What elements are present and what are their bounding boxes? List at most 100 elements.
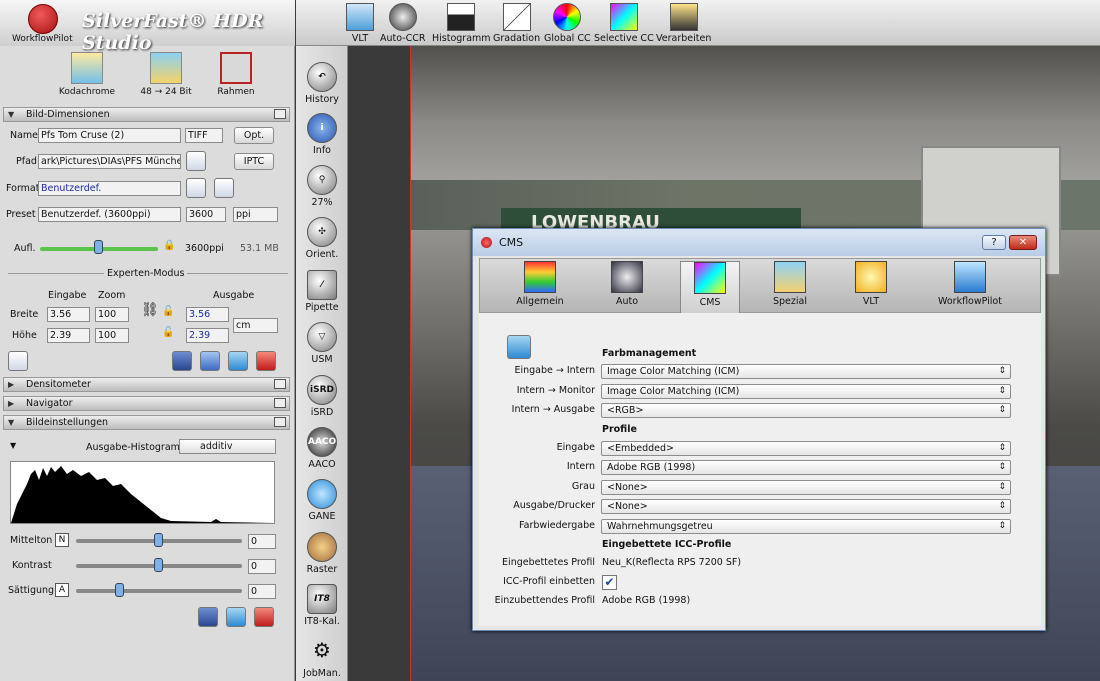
collapse-triangle-icon[interactable]: ▼ xyxy=(10,441,16,450)
midtone-slider-knob[interactable] xyxy=(154,533,163,547)
expand-triangle-icon: ▶ xyxy=(8,399,15,408)
format-label: Format xyxy=(6,183,40,194)
tool-pipette[interactable]: ⁄ Pipette xyxy=(296,270,348,313)
tool-history[interactable]: ↶ History xyxy=(296,62,348,105)
top-tool-global-cc[interactable]: Global CC xyxy=(544,3,591,44)
quicktime-help-icon[interactable] xyxy=(507,335,531,359)
width-output-field[interactable]: 3.56 xyxy=(186,307,229,322)
folder-icon[interactable] xyxy=(186,151,206,171)
tool-jobman[interactable]: ⚙ JobMan. xyxy=(296,636,348,679)
reset-icon[interactable] xyxy=(254,607,274,627)
dialog-help-button[interactable]: ? xyxy=(982,235,1006,250)
section-popout-icon[interactable] xyxy=(274,417,286,427)
saturation-slider[interactable] xyxy=(76,589,242,593)
padlock-icon[interactable]: 🔓 xyxy=(162,306,174,317)
midtone-key[interactable]: N xyxy=(55,533,69,547)
gane-icon xyxy=(307,479,337,509)
reset-icon[interactable] xyxy=(256,351,276,371)
tool-orient[interactable]: ✣ Orient. xyxy=(296,217,348,260)
portrait-orientation-icon[interactable] xyxy=(186,178,206,198)
section-densitometer[interactable]: ▶ Densitometer xyxy=(3,377,290,392)
lock-icon[interactable]: 🔒 xyxy=(163,240,175,251)
tool-isrd[interactable]: iSRD iSRD xyxy=(296,375,348,418)
quick-tool-rahmen[interactable]: Rahmen xyxy=(206,52,266,97)
eingabe-intern-select[interactable]: Image Color Matching (ICM) xyxy=(601,364,1011,379)
profile-to-embed-value: Adobe RGB (1998) xyxy=(602,595,691,606)
section-popout-icon[interactable] xyxy=(274,398,286,408)
contrast-slider-knob[interactable] xyxy=(154,558,163,572)
embed-icc-checkbox[interactable]: ✔ xyxy=(602,575,617,590)
file-format-select[interactable]: TIFF xyxy=(185,128,223,143)
ppi-unit-select[interactable]: ppi xyxy=(233,207,278,222)
format-select[interactable]: Benutzerdef. xyxy=(38,181,181,196)
top-tool-gradation[interactable]: Gradation xyxy=(493,3,540,44)
top-tool-histogramm[interactable]: Histogramm xyxy=(432,3,491,44)
eingabe-profile-select[interactable]: <Embedded> xyxy=(601,441,1011,456)
preset-select[interactable]: Benutzerdef. (3600ppi) xyxy=(38,207,181,222)
intern-monitor-select[interactable]: Image Color Matching (ICM) xyxy=(601,384,1011,399)
resolution-slider-knob[interactable] xyxy=(94,240,103,254)
histogram-mode-select[interactable]: additiv xyxy=(179,439,276,454)
top-tool-selective-cc[interactable]: Selective CC xyxy=(594,3,654,44)
contrast-value[interactable]: 0 xyxy=(248,559,276,574)
top-tool-auto-ccr[interactable]: Auto-CCR xyxy=(380,3,426,44)
height-input-field[interactable]: 2.39 xyxy=(47,328,90,343)
section-navigator[interactable]: ▶ Navigator xyxy=(3,396,290,411)
help-icon[interactable] xyxy=(198,607,218,627)
top-tool-vlt[interactable]: VLT xyxy=(346,3,374,44)
tool-raster[interactable]: Raster xyxy=(296,532,348,575)
section-popout-icon[interactable] xyxy=(274,379,286,389)
help-icon[interactable] xyxy=(172,351,192,371)
tab-cms[interactable]: CMS xyxy=(680,261,740,313)
farbwiedergabe-select[interactable]: Wahrnehmungsgetreu xyxy=(601,519,1011,534)
section-bild-dimensionen[interactable]: ▼ Bild-Dimensionen xyxy=(3,107,290,122)
tab-workflowpilot[interactable]: WorkflowPilot xyxy=(930,261,1010,307)
tab-spezial[interactable]: Spezial xyxy=(760,261,820,307)
unit-select[interactable]: cm xyxy=(233,318,278,333)
tool-it8[interactable]: IT8 IT8-Kal. xyxy=(296,584,348,627)
height-zoom-field[interactable]: 100 xyxy=(95,328,129,343)
tool-usm[interactable]: ▽ USM xyxy=(296,322,348,365)
tab-auto[interactable]: Auto xyxy=(597,261,657,307)
height-output-field[interactable]: 2.39 xyxy=(186,328,229,343)
grau-profile-select[interactable]: <None> xyxy=(601,480,1011,495)
padlock-icon[interactable]: 🔓 xyxy=(162,327,174,338)
landscape-orientation-icon[interactable] xyxy=(214,178,234,198)
width-input-field[interactable]: 3.56 xyxy=(47,307,90,322)
intern-profile-select[interactable]: Adobe RGB (1998) xyxy=(601,460,1011,475)
section-bildeinstellungen[interactable]: ▼ Bildeinstellungen xyxy=(3,415,290,430)
settings-gear-icon[interactable] xyxy=(200,351,220,371)
tool-gane[interactable]: GANE xyxy=(296,479,348,522)
tool-aaco[interactable]: AACO AACO xyxy=(296,427,348,470)
section-popout-icon[interactable] xyxy=(274,109,286,119)
saturation-value[interactable]: 0 xyxy=(248,584,276,599)
quicktime-help-icon[interactable] xyxy=(228,351,248,371)
ppi-field[interactable]: 3600 xyxy=(186,207,226,222)
embedded-profile-value: Neu_K(Reflecta RPS 7200 SF) xyxy=(602,557,742,568)
opt-button[interactable]: Opt. xyxy=(234,127,274,144)
top-tool-verarbeiten[interactable]: Verarbeiten xyxy=(656,3,711,44)
quick-tool-bit-conversion[interactable]: 48 → 24 Bit xyxy=(136,52,196,97)
midtone-value[interactable]: 0 xyxy=(248,534,276,549)
chain-link-icon[interactable]: ⛓ xyxy=(141,302,159,318)
intern-ausgabe-select[interactable]: <RGB> xyxy=(601,403,1011,418)
width-zoom-field[interactable]: 100 xyxy=(95,307,129,322)
quick-tool-kodachrome[interactable]: Kodachrome xyxy=(57,52,117,97)
tool-zoom[interactable]: ⚲ 27% xyxy=(296,165,348,208)
ausgabe-drucker-select[interactable]: <None> xyxy=(601,499,1011,514)
it8-icon: IT8 xyxy=(307,584,337,614)
tab-vlt[interactable]: VLT xyxy=(841,261,901,307)
dialog-close-button[interactable]: ✕ xyxy=(1009,235,1037,250)
path-field[interactable]: ark\Pictures\DIAs\PFS München xyxy=(38,154,181,169)
workflowpilot-logo-icon[interactable] xyxy=(28,4,58,34)
quicktime-help-icon[interactable] xyxy=(226,607,246,627)
saturation-key[interactable]: A xyxy=(55,583,69,597)
tab-allgemein[interactable]: Allgemein xyxy=(510,261,570,307)
name-field[interactable]: Pfs Tom Cruse (2) xyxy=(38,128,181,143)
tool-info[interactable]: i Info xyxy=(296,113,348,156)
resolution-value: 3600ppi xyxy=(185,243,224,254)
iptc-button[interactable]: IPTC xyxy=(234,153,274,170)
usm-icon: ▽ xyxy=(307,322,337,352)
save-icon[interactable] xyxy=(8,351,28,371)
saturation-slider-knob[interactable] xyxy=(115,583,124,597)
